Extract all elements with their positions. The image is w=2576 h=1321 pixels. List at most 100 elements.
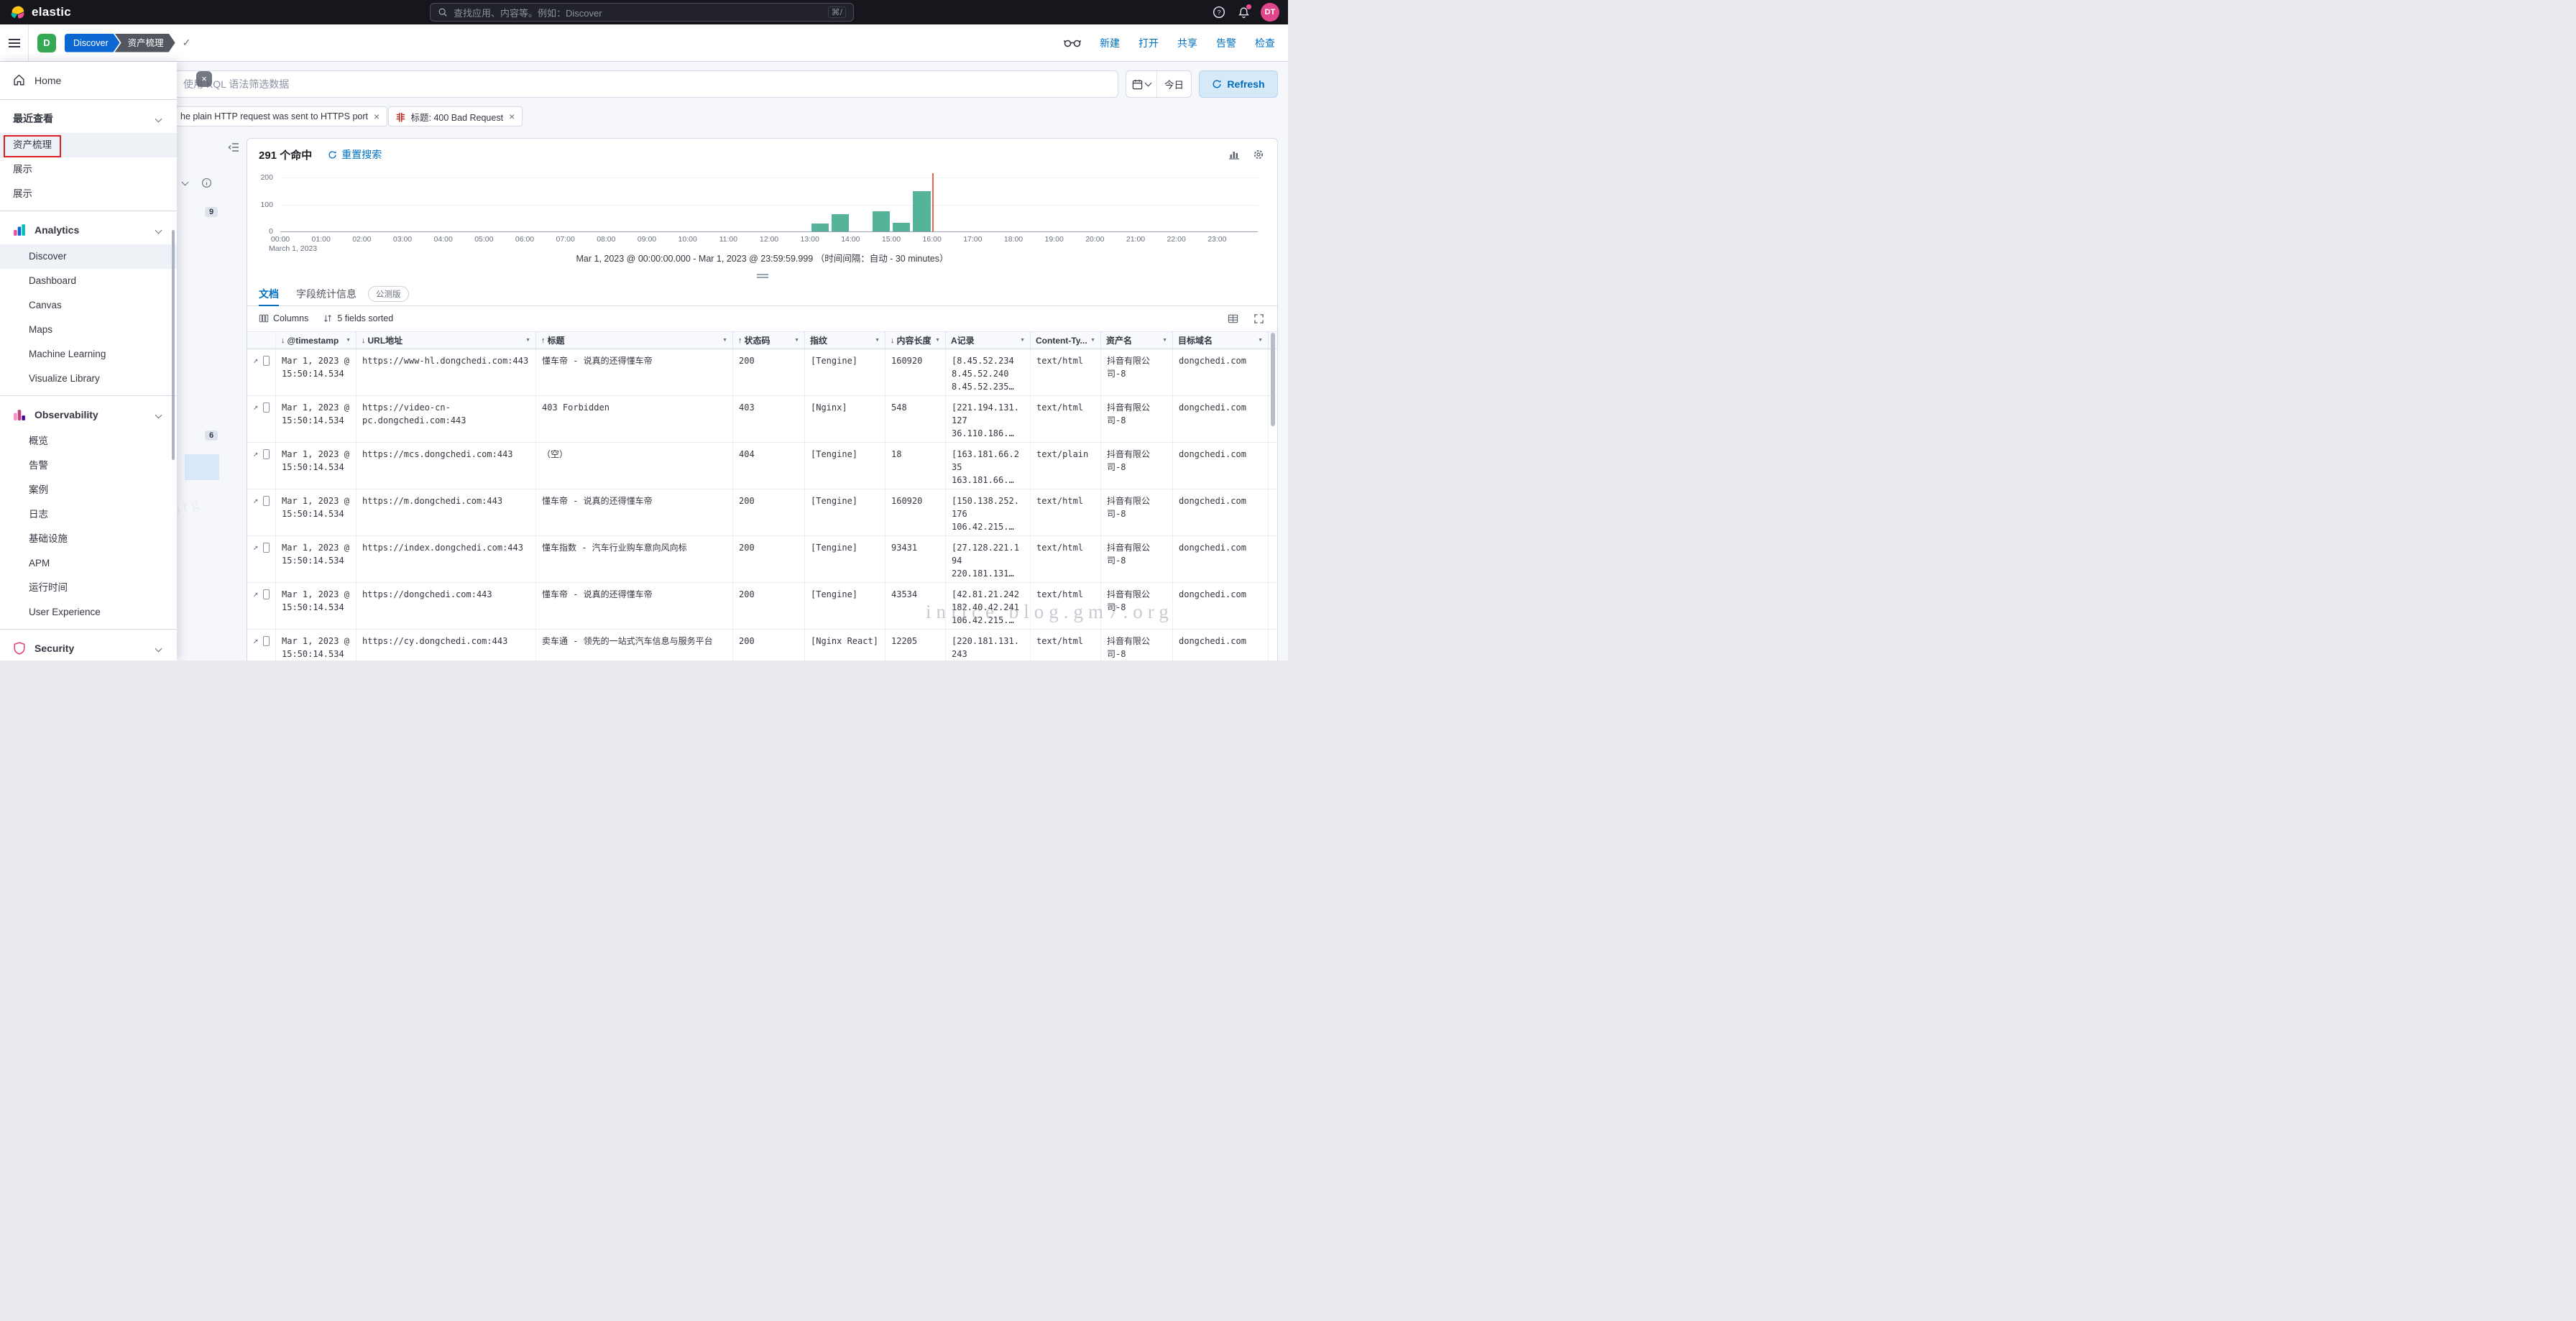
sidebar-section-header-Observability[interactable]: Observability xyxy=(0,400,177,429)
row-checkbox[interactable] xyxy=(263,543,270,553)
cell-status: 200 xyxy=(733,630,805,660)
fullscreen-icon[interactable] xyxy=(1251,311,1266,326)
sidebar-item-运行时间[interactable]: 运行时间 xyxy=(0,576,177,600)
sidebar-section-header-Analytics[interactable]: Analytics xyxy=(0,216,177,244)
global-search-input[interactable]: 查找应用、内容等。例如：Discover ⌘/ xyxy=(430,3,854,22)
sidebar-item-资产梳理[interactable]: 资产梳理 xyxy=(0,133,177,157)
close-icon[interactable]: × xyxy=(374,111,380,122)
column-header-title[interactable]: ↑标题▼ xyxy=(536,332,733,349)
row-checkbox[interactable] xyxy=(263,449,270,459)
close-icon[interactable]: × xyxy=(196,71,212,87)
column-header-fingerprint[interactable]: 指纹▼ xyxy=(805,332,886,349)
help-icon[interactable]: ? xyxy=(1212,5,1226,19)
chart-resize-handle[interactable] xyxy=(757,274,768,278)
sidebar-item-展示[interactable]: 展示 xyxy=(0,157,177,182)
cell-domain: dongchedi.com xyxy=(1173,536,1269,582)
expand-row-icon[interactable]: ↗ xyxy=(253,356,258,364)
sidebar-item-Dashboard[interactable]: Dashboard xyxy=(0,269,177,293)
chevron-down-icon[interactable] xyxy=(182,179,189,186)
filter-pill-https-port[interactable]: he plain HTTP request was sent to HTTPS … xyxy=(172,106,387,126)
sidebar-item-home[interactable]: Home xyxy=(0,66,177,95)
action-new-button[interactable]: 新建 xyxy=(1100,36,1120,50)
column-header-a_records[interactable]: A记录▼ xyxy=(946,332,1031,349)
tab-documents[interactable]: 文档 xyxy=(259,282,279,305)
refresh-button[interactable]: Refresh xyxy=(1199,70,1278,98)
table-row: ↗Mar 1, 2023 @ 15:50:14.534https://cy.do… xyxy=(247,630,1277,660)
collapse-fields-panel-icon[interactable] xyxy=(228,142,239,157)
sidebar-item-Visualize Library[interactable]: Visualize Library xyxy=(0,367,177,391)
row-checkbox[interactable] xyxy=(263,636,270,646)
action-share-button[interactable]: 共享 xyxy=(1177,36,1197,50)
row-checkbox[interactable] xyxy=(263,589,270,599)
table-row: ↗Mar 1, 2023 @ 15:50:14.534https://dongc… xyxy=(247,583,1277,630)
table-row: ↗Mar 1, 2023 @ 15:50:14.534https://m.don… xyxy=(247,489,1277,536)
row-checkbox[interactable] xyxy=(263,402,270,413)
columns-button[interactable]: Columns xyxy=(259,313,308,323)
sidebar-item-概览[interactable]: 概览 xyxy=(0,429,177,454)
sidebar-section-header-Security[interactable]: Security xyxy=(0,634,177,660)
action-alerts-button[interactable]: 告警 xyxy=(1216,36,1236,50)
sidebar-item-Discover[interactable]: Discover xyxy=(0,244,177,269)
sidebar-item-基础设施[interactable]: 基础设施 xyxy=(0,527,177,551)
column-header-content_type[interactable]: Content-Ty...▼ xyxy=(1031,332,1101,349)
column-header-asset[interactable]: 资产名▼ xyxy=(1101,332,1173,349)
sidebar-scrollbar[interactable] xyxy=(172,230,175,460)
chevron-down-icon: ▼ xyxy=(794,338,799,343)
glasses-icon[interactable] xyxy=(1064,38,1081,47)
space-badge[interactable]: D xyxy=(37,34,56,52)
expand-row-icon[interactable]: ↗ xyxy=(253,589,258,598)
info-icon[interactable] xyxy=(201,178,212,192)
sidebar-item-日志[interactable]: 日志 xyxy=(0,502,177,527)
sidebar-item-展示[interactable]: 展示 xyxy=(0,182,177,206)
date-quick-label[interactable]: 今日 xyxy=(1157,77,1191,91)
sidebar-item-Canvas[interactable]: Canvas xyxy=(0,293,177,318)
column-label: URL地址 xyxy=(368,334,403,346)
row-controls: ↗ xyxy=(247,489,276,535)
expand-row-icon[interactable]: ↗ xyxy=(253,402,258,411)
x-axis-label: 04:00 xyxy=(426,235,461,244)
page-body: 使用 KQL 语法筛选数据 今日 Refresh he plain HTTP r… xyxy=(0,62,1288,660)
sidebar-item-告警[interactable]: 告警 xyxy=(0,454,177,478)
cell-content_type: text/html xyxy=(1031,396,1101,442)
sidebar-section-最近查看: 最近查看资产梳理展示展示 xyxy=(0,104,177,206)
row-checkbox[interactable] xyxy=(263,356,270,366)
sidebar-item-Machine Learning[interactable]: Machine Learning xyxy=(0,342,177,367)
row-checkbox[interactable] xyxy=(263,496,270,506)
cell-domain: dongchedi.com xyxy=(1173,349,1269,395)
sidebar-item-APM[interactable]: APM xyxy=(0,551,177,576)
display-density-icon[interactable] xyxy=(1225,311,1240,326)
expand-row-icon[interactable]: ↗ xyxy=(253,449,258,458)
sidebar-item-Maps[interactable]: Maps xyxy=(0,318,177,342)
filter-pill-not-400[interactable]: 非 标题: 400 Bad Request × xyxy=(388,106,523,126)
column-header-length[interactable]: ↓内容长度▼ xyxy=(886,332,946,349)
breadcrumb-saved-search[interactable]: 资产梳理 xyxy=(115,34,175,52)
menu-icon[interactable] xyxy=(0,24,29,62)
column-header-status[interactable]: ↑状态码▼ xyxy=(733,332,805,349)
action-inspect-button[interactable]: 检查 xyxy=(1255,36,1275,50)
notifications-bell-icon[interactable] xyxy=(1236,5,1251,19)
table-row: ↗Mar 1, 2023 @ 15:50:14.534https://video… xyxy=(247,396,1277,443)
close-icon[interactable]: × xyxy=(509,111,515,122)
expand-row-icon[interactable]: ↗ xyxy=(253,636,258,645)
sidebar-section-header-最近查看[interactable]: 最近查看 xyxy=(0,104,177,133)
action-open-button[interactable]: 打开 xyxy=(1138,36,1159,50)
date-picker[interactable]: 今日 xyxy=(1126,70,1192,98)
cell-title: （空） xyxy=(536,443,733,489)
breadcrumb-discover[interactable]: Discover xyxy=(65,34,120,52)
kql-search-input[interactable]: 使用 KQL 语法筛选数据 xyxy=(172,70,1118,98)
calendar-icon[interactable] xyxy=(1126,71,1157,97)
avatar[interactable]: DT xyxy=(1261,3,1279,22)
cell-asset: 抖音有限公司-8 xyxy=(1101,536,1173,582)
histogram-bar xyxy=(913,191,930,231)
logo-group[interactable]: elastic xyxy=(0,4,71,20)
sidebar-item-案例[interactable]: 案例 xyxy=(0,478,177,502)
vertical-scrollbar[interactable] xyxy=(1271,333,1275,426)
column-header-timestamp[interactable]: ↓@timestamp▼ xyxy=(276,332,356,349)
expand-row-icon[interactable]: ↗ xyxy=(253,543,258,551)
column-header-domain[interactable]: 目标域名▼ xyxy=(1173,332,1269,349)
sidebar-item-User Experience[interactable]: User Experience xyxy=(0,600,177,625)
tab-field-statistics[interactable]: 字段统计信息 xyxy=(296,282,356,305)
expand-row-icon[interactable]: ↗ xyxy=(253,496,258,505)
column-header-url[interactable]: ↓URL地址▼ xyxy=(356,332,536,349)
sort-fields-button[interactable]: 5 fields sorted xyxy=(323,313,393,323)
